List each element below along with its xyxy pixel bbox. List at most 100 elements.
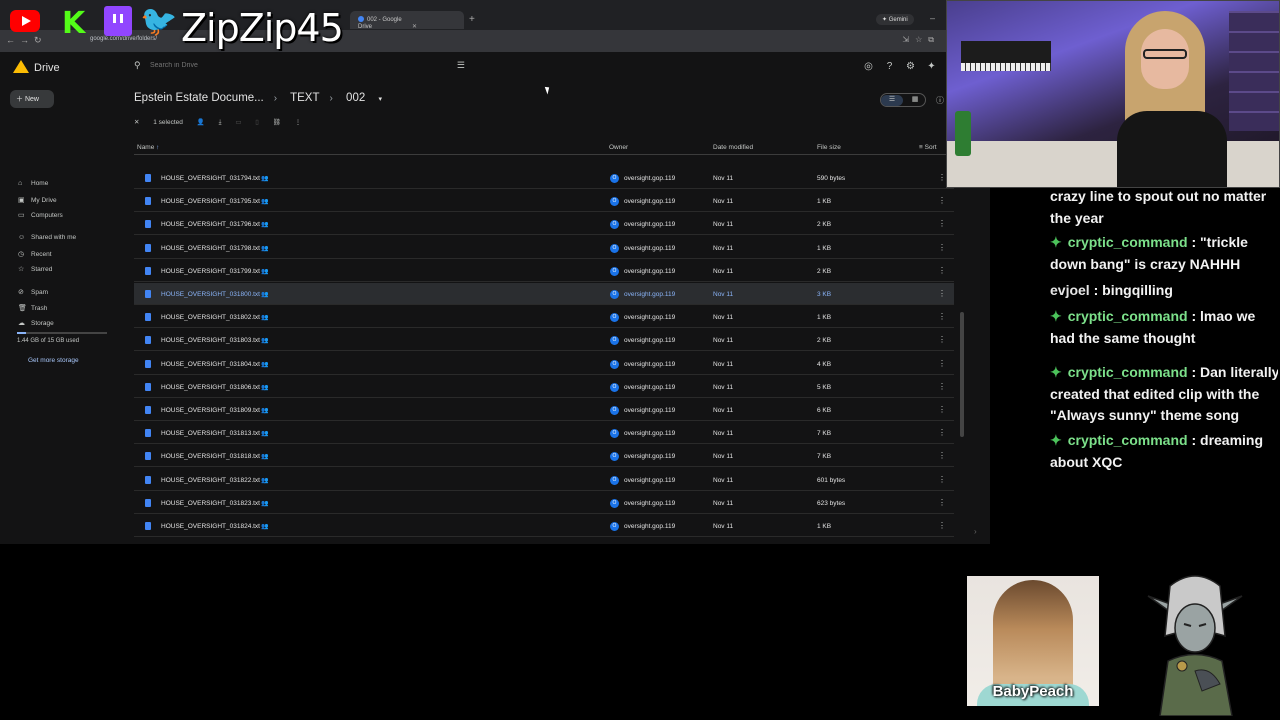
column-header-size[interactable]: File size <box>817 144 841 151</box>
file-row[interactable]: HOUSE_OVERSIGHT_031818.txt oversight.gop.… <box>134 445 954 468</box>
owner-avatar-icon: O <box>610 429 619 439</box>
share-icon[interactable]: 👤 <box>197 118 205 126</box>
file-row[interactable]: HOUSE_OVERSIGHT_031804.txt oversight.gop.… <box>134 353 954 375</box>
get-more-storage-button[interactable]: Get more storage <box>28 357 79 364</box>
file-size: 7 KB <box>817 453 832 461</box>
row-more-actions-icon[interactable]: ⋮ <box>938 335 946 344</box>
clear-selection-icon[interactable]: ✕ <box>134 118 139 126</box>
sidebar-item-storage[interactable]: ☁ Storage <box>18 319 54 327</box>
file-name: HOUSE_OVERSIGHT_031823.txt <box>161 499 260 507</box>
file-row[interactable]: HOUSE_OVERSIGHT_031822.txt oversight.gop.… <box>134 469 954 491</box>
row-more-actions-icon[interactable]: ⋮ <box>938 382 946 391</box>
search-input[interactable] <box>150 62 430 69</box>
offline-status-icon[interactable]: ◎ <box>858 61 879 72</box>
sort-button[interactable]: ≡ Sort <box>919 144 937 151</box>
file-modified: Nov 11 <box>713 360 734 368</box>
streamer-face <box>1141 29 1189 89</box>
sidebar-item-spam[interactable]: ⊘ Spam <box>18 288 48 296</box>
more-actions-icon[interactable]: ⋮ <box>295 118 302 126</box>
breadcrumb-item-root[interactable]: Epstein Estate Docume... <box>134 92 264 104</box>
file-owner: oversight.gop.119 <box>624 360 676 368</box>
help-icon[interactable]: ? <box>879 61 900 72</box>
search-icon[interactable]: ⚲ <box>134 60 141 71</box>
new-tab-button[interactable]: + <box>469 14 475 25</box>
chevron-right-icon: › <box>329 93 333 104</box>
file-row[interactable]: HOUSE_OVERSIGHT_031795.txt oversight.gop.… <box>134 190 954 213</box>
download-icon[interactable]: ⤓ <box>219 119 222 127</box>
row-more-actions-icon[interactable]: ⋮ <box>938 289 946 298</box>
move-icon[interactable]: ▭ <box>235 118 241 126</box>
row-more-actions-icon[interactable]: ⋮ <box>938 359 946 368</box>
row-more-actions-icon[interactable]: ⋮ <box>938 475 946 484</box>
file-owner: oversight.gop.119 <box>624 407 676 414</box>
file-list-scrollbar[interactable] <box>960 312 964 437</box>
gemini-spark-icon[interactable]: ✦ <box>921 61 942 72</box>
file-row[interactable]: HOUSE_OVERSIGHT_031813.txt oversight.gop.… <box>134 422 954 445</box>
sidebar-item-my-drive[interactable]: ▣ My Drive <box>18 196 57 204</box>
file-name: HOUSE_OVERSIGHT_031824.txt <box>161 523 260 530</box>
row-more-actions-icon[interactable]: ⋮ <box>938 196 946 205</box>
sidebar-item-computers[interactable]: ▭ Computers <box>18 211 63 219</box>
file-row[interactable]: HOUSE_OVERSIGHT_031823.txt oversight.gop.… <box>134 492 954 514</box>
file-row[interactable]: HOUSE_OVERSIGHT_031798.txt oversight.gop.… <box>134 237 954 259</box>
drive-logo[interactable]: Drive <box>13 60 60 74</box>
row-more-actions-icon[interactable]: ⋮ <box>938 312 946 321</box>
file-row[interactable]: HOUSE_OVERSIGHT_031796.txt oversight.gop.… <box>134 213 954 236</box>
file-size: 623 bytes <box>817 499 846 507</box>
bookmark-star-icon[interactable]: ☆ <box>915 35 928 44</box>
tab-google-drive[interactable]: 002 - Google Drive ✕ <box>350 11 464 30</box>
row-more-actions-icon[interactable]: ⋮ <box>938 451 946 460</box>
copy-link-icon[interactable]: ⛓ <box>273 118 281 126</box>
new-button[interactable]: ＋ New <box>10 90 54 108</box>
reload-icon[interactable]: ↻ <box>34 35 47 45</box>
row-more-actions-icon[interactable]: ⋮ <box>938 498 946 507</box>
chat-message: ✦ cryptic_command : lmao we had the same … <box>1050 306 1278 349</box>
file-row[interactable]: HOUSE_OVERSIGHT_031802.txt oversight.gop.… <box>134 306 954 329</box>
column-header-name[interactable]: Name ↑ <box>137 144 159 151</box>
file-row[interactable]: HOUSE_OVERSIGHT_031800.txt oversight.gop.… <box>134 283 954 305</box>
list-view-icon[interactable]: ☰ <box>881 95 903 106</box>
file-owner: oversight.gop.119 <box>624 476 676 484</box>
sidebar-item-home[interactable]: ⌂ Home <box>18 180 48 187</box>
file-row[interactable]: HOUSE_OVERSIGHT_031794.txt oversight.gop.… <box>134 167 954 189</box>
shared-people-icon: 👥 <box>261 454 269 461</box>
column-header-modified[interactable]: Date modified <box>713 144 753 151</box>
install-icon[interactable]: ⇲ <box>902 35 915 44</box>
column-header-owner[interactable]: Owner <box>609 144 628 151</box>
extensions-icon[interactable]: ⧉ <box>928 35 940 44</box>
trash-action-icon[interactable]: ▯ <box>255 118 259 126</box>
guest-name-label: BabyPeach <box>992 683 1074 700</box>
breadcrumb-item-current[interactable]: 002 ▾ <box>346 92 392 104</box>
details-info-icon[interactable]: ⓘ <box>936 95 944 106</box>
sidebar-item-trash[interactable]: 🗑 Trash <box>18 304 47 312</box>
row-more-actions-icon[interactable]: ⋮ <box>938 405 946 414</box>
row-more-actions-icon[interactable]: ⋮ <box>938 266 946 275</box>
file-modified: Nov 11 <box>713 221 734 229</box>
sidebar-item-starred[interactable]: ☆ Starred <box>18 265 52 273</box>
row-more-actions-icon[interactable]: ⋮ <box>938 521 946 530</box>
gemini-button[interactable]: ✦ Gemini <box>876 14 914 25</box>
breadcrumb-item-text[interactable]: TEXT <box>290 92 319 104</box>
row-more-actions-icon[interactable]: ⋮ <box>938 243 946 252</box>
search-options-icon[interactable]: ☰ <box>457 60 465 71</box>
row-more-actions-icon[interactable]: ⋮ <box>938 173 946 182</box>
grid-view-icon[interactable]: ▦ <box>904 95 926 106</box>
row-more-actions-icon[interactable]: ⋮ <box>938 428 946 437</box>
file-modified: Nov 11 <box>713 476 734 484</box>
back-icon[interactable]: ← <box>6 35 20 45</box>
settings-gear-icon[interactable]: ⚙ <box>900 61 921 72</box>
file-row[interactable]: HOUSE_OVERSIGHT_031824.txt oversight.gop.… <box>134 515 954 537</box>
file-row[interactable]: HOUSE_OVERSIGHT_031803.txt oversight.gop.… <box>134 329 954 352</box>
sidebar-item-shared-with-me[interactable]: ☺ Shared with me <box>18 234 76 241</box>
file-row[interactable]: HOUSE_OVERSIGHT_031799.txt oversight.gop.… <box>134 260 954 282</box>
search-bar[interactable]: ⚲ ☰ <box>126 57 471 77</box>
chat-message: ✦ cryptic_command : Dan literally created… <box>1050 362 1278 427</box>
minimize-icon[interactable]: – <box>930 13 935 23</box>
forward-icon[interactable]: → <box>20 35 34 45</box>
file-row[interactable]: HOUSE_OVERSIGHT_031806.txt oversight.gop.… <box>134 376 954 398</box>
file-row[interactable]: HOUSE_OVERSIGHT_031809.txt oversight.gop.… <box>134 399 954 421</box>
row-more-actions-icon[interactable]: ⋮ <box>938 219 946 228</box>
sidebar-item-recent[interactable]: ◷ Recent <box>18 250 52 258</box>
new-label: New <box>24 96 39 103</box>
file-owner: oversight.gop.119 <box>624 314 676 322</box>
